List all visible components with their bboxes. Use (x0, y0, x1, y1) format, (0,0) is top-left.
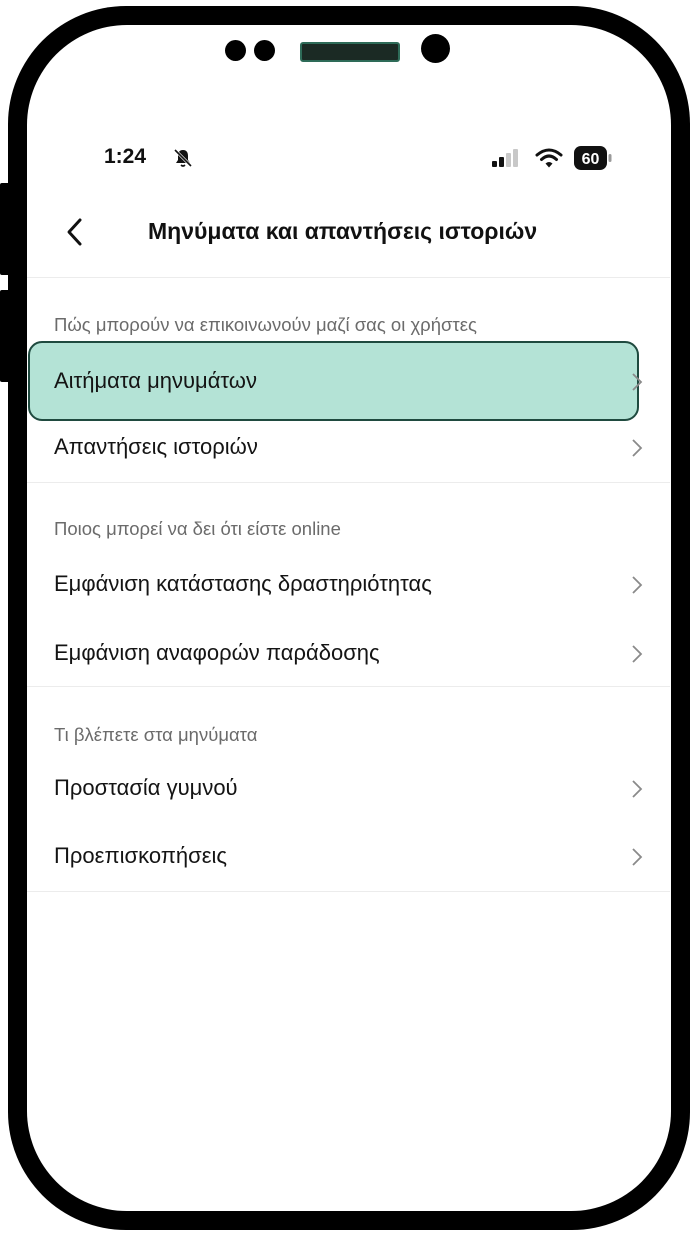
chevron-right-icon (632, 576, 643, 594)
wifi-icon (535, 148, 563, 168)
list-item-label: Προεπισκοπήσεις (54, 843, 228, 868)
list-item-story-replies[interactable]: Απαντήσεις ιστοριών (27, 418, 670, 478)
list-item-activity-status[interactable]: Εμφάνιση κατάστασης δραστηριότητας (27, 555, 670, 615)
phone-frame (8, 6, 690, 1230)
phone-screen (27, 25, 671, 1211)
list-item-read-receipts[interactable]: Εμφάνιση αναφορών παράδοσης (27, 624, 670, 684)
cellular-signal-icon (492, 149, 518, 167)
section-heading-online: Ποιος μπορεί να δει ότι είστε online (54, 518, 341, 539)
list-item-nudity-protection[interactable]: Προστασία γυμνού (27, 759, 670, 819)
header-divider (27, 277, 670, 278)
battery-icon: 60 (574, 146, 612, 170)
list-item-label: Προστασία γυμνού (54, 775, 238, 800)
chevron-right-icon (632, 373, 643, 391)
back-chevron-icon[interactable] (62, 214, 90, 250)
chevron-right-icon (632, 848, 643, 866)
sensor-dot (225, 40, 246, 61)
status-bar: 1:24 60 (0, 145, 697, 175)
navigation-bar: Μηνύματα και απαντήσεις ιστοριών (0, 212, 697, 252)
chevron-right-icon (632, 645, 643, 663)
status-time: 1:24 (104, 145, 147, 168)
sensor-dot (254, 40, 275, 61)
camera-lens (421, 34, 450, 63)
section-divider (27, 686, 670, 687)
camera-notch (225, 34, 455, 84)
list-item-message-requests[interactable]: Αιτήματα μηνυμάτων (27, 352, 670, 412)
section-heading-contact: Πώς μπορούν να επικοινωνούν μαζί σας οι … (54, 314, 477, 335)
speaker-grille (300, 42, 400, 62)
page-title: Μηνύματα και απαντήσεις ιστοριών (148, 218, 538, 244)
bell-slash-icon (173, 148, 193, 168)
section-divider (27, 482, 670, 483)
list-item-label: Εμφάνιση αναφορών παράδοσης (54, 640, 380, 665)
list-item-label: Απαντήσεις ιστοριών (54, 434, 258, 459)
section-heading-messages: Τι βλέπετε στα μηνύματα (54, 724, 258, 745)
chevron-right-icon (632, 439, 643, 457)
battery-level: 60 (582, 151, 600, 168)
list-item-label: Εμφάνιση κατάστασης δραστηριότητας (54, 571, 432, 596)
section-divider (27, 891, 670, 892)
list-item-label: Αιτήματα μηνυμάτων (54, 368, 257, 393)
list-item-previews[interactable]: Προεπισκοπήσεις (27, 827, 670, 887)
chevron-right-icon (632, 780, 643, 798)
